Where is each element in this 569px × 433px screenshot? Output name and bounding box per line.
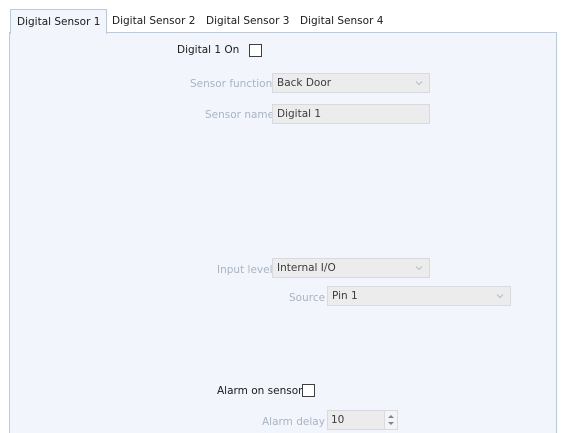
sensor-function-combo[interactable]: Back Door: [272, 73, 430, 93]
tab-digital-sensor-4[interactable]: Digital Sensor 4: [294, 11, 389, 32]
digital-on-checkbox[interactable]: [249, 44, 262, 57]
source-label: Source: [289, 292, 326, 304]
alarm-delay-value: 10: [331, 414, 345, 426]
tab-digital-sensor-2[interactable]: Digital Sensor 2: [106, 11, 201, 32]
source-value: Pin 1: [332, 290, 358, 302]
alarm-on-label: Alarm on sensor: [217, 385, 303, 397]
alarm-delay-spin-buttons[interactable]: [384, 411, 397, 429]
chevron-down-icon: [415, 266, 423, 271]
alarm-delay-stepper[interactable]: 10: [327, 410, 398, 430]
alarm-delay-label: Alarm delay: [262, 416, 325, 428]
sensor-name-input[interactable]: Digital 1: [272, 104, 430, 124]
spin-up-icon[interactable]: [388, 414, 394, 419]
sensor-function-value: Back Door: [277, 77, 332, 89]
input-level-combo[interactable]: Internal I/O: [272, 258, 430, 278]
sensor-name-label: Sensor name: [205, 109, 275, 121]
tab-strip: Digital Sensor 1 Digital Sensor 2 Digita…: [0, 0, 569, 34]
sensor-name-value: Digital 1: [277, 108, 322, 120]
tab-digital-sensor-1[interactable]: Digital Sensor 1: [10, 9, 108, 34]
source-combo[interactable]: Pin 1: [327, 286, 511, 306]
tab-digital-sensor-3[interactable]: Digital Sensor 3: [200, 11, 295, 32]
alarm-on-checkbox[interactable]: [302, 384, 315, 397]
spin-down-icon[interactable]: [388, 421, 394, 426]
input-level-value: Internal I/O: [277, 262, 336, 274]
digital-on-label: Digital 1 On: [177, 44, 240, 56]
sensor-function-label: Sensor function: [190, 78, 273, 90]
chevron-down-icon: [496, 294, 504, 299]
input-level-label: Input level: [217, 264, 273, 276]
chevron-down-icon: [415, 81, 423, 86]
